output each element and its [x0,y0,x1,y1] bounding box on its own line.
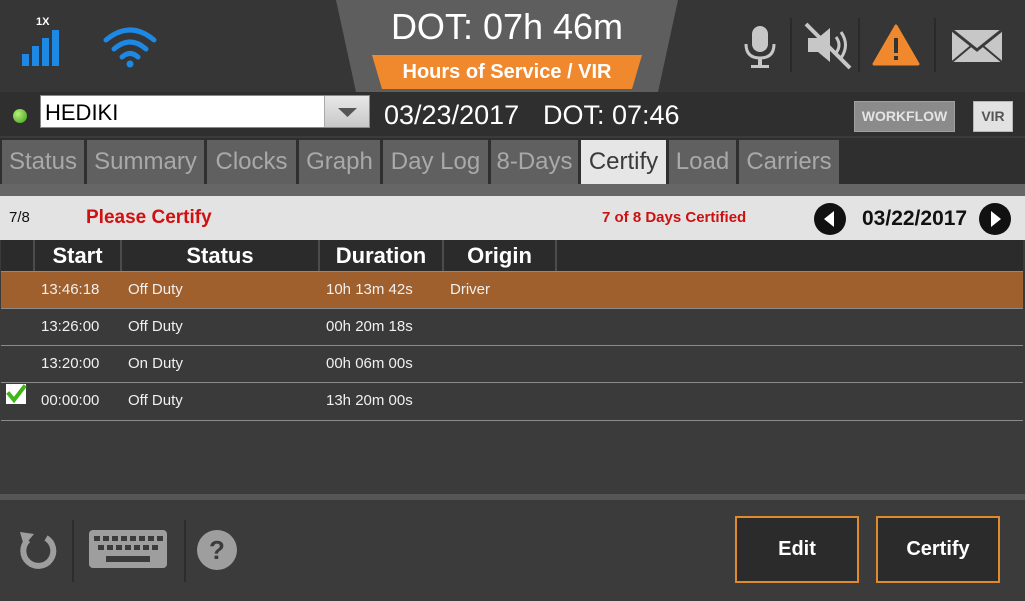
cell-status: Off Duty [128,392,183,409]
tab-summary[interactable]: Summary [87,140,204,184]
cell-start: 13:20:00 [41,355,100,372]
signal-icon: 1X [22,16,70,68]
cell-status: Off Duty [128,281,183,298]
certify-info-bar: 7/8 Please Certify 7 of 8 Days Certified… [0,196,1025,240]
tab-load[interactable]: Load [669,140,736,184]
cell-duration: 00h 06m 00s [326,355,413,372]
certify-prompt: Please Certify [86,207,212,228]
table-row[interactable]: 13:46:18 Off Duty 10h 13m 42s Driver [1,271,1023,308]
driver-select-value: HEDIKI [45,100,119,125]
cell-status: On Duty [128,355,184,372]
column-header-duration[interactable]: Duration [320,240,444,271]
previous-day-icon[interactable] [813,202,847,236]
dot-clock: DOT: 07:46 [543,100,680,130]
speaker-muted-icon[interactable] [798,18,858,72]
dot-time-title: DOT: 07h 46m [390,6,624,47]
tab-underline [0,184,1025,196]
hos-vir-title: Hours of Service / VIR [402,61,612,83]
cell-status: Off Duty [128,318,183,335]
log-date: 03/23/2017 [384,100,520,130]
svg-text:?: ? [209,535,225,565]
current-log-date: 03/22/2017 [862,207,968,230]
edit-button[interactable]: Edit [735,516,859,583]
keyboard-icon[interactable] [88,528,168,572]
tab-day-log[interactable]: Day Log [383,140,488,184]
chevron-down-icon[interactable] [324,96,369,127]
tab-8-days[interactable]: 8-Days [491,140,578,184]
refresh-icon[interactable] [16,528,58,572]
tab-bar: Status Summary Clocks Graph Day Log 8-Da… [0,138,1025,184]
wifi-icon [103,27,157,68]
workflow-button[interactable]: WORKFLOW [854,101,955,132]
days-certified-status: 7 of 8 Days Certified [602,209,747,226]
next-day-icon[interactable] [978,202,1012,236]
cell-start: 13:26:00 [41,318,100,335]
column-header-start[interactable]: Start [35,240,122,271]
cell-start: 00:00:00 [41,392,100,409]
table-row[interactable]: 13:26:00 Off Duty 00h 20m 18s [1,308,1023,345]
table-bottom-border [1,420,1023,421]
help-icon[interactable]: ? [196,529,238,571]
column-header-check [1,240,35,271]
cell-origin: Driver [450,281,490,298]
app-root: 1X DOT: 07h 46m Hours of Service / VIR H… [0,0,1025,601]
microphone-icon[interactable] [730,18,790,72]
tab-clocks[interactable]: Clocks [207,140,296,184]
column-header-status[interactable]: Status [122,240,320,271]
tab-graph[interactable]: Graph [299,140,380,184]
cell-duration: 10h 13m 42s [326,281,413,298]
cell-start: 13:46:18 [41,281,100,298]
mail-icon[interactable] [944,18,1004,72]
vir-button[interactable]: VIR [973,101,1013,132]
table-header: Start Status Duration Origin [1,240,1023,271]
cell-duration: 13h 20m 00s [326,392,413,409]
header-divider [858,18,860,72]
table-row[interactable]: 13:20:00 On Duty 00h 06m 00s [1,345,1023,382]
checkmark-icon [6,384,27,404]
cell-duration: 00h 20m 18s [326,318,413,335]
tab-status[interactable]: Status [2,140,84,184]
header-divider [934,18,936,72]
signal-label: 1X [36,16,50,28]
tab-carriers[interactable]: Carriers [739,140,839,184]
column-header-origin[interactable]: Origin [444,240,557,271]
driver-row: HEDIKI 03/23/2017 DOT: 07:46 WORKFLOW VI… [0,92,1025,136]
driver-select[interactable]: HEDIKI [40,95,370,128]
day-page-count: 7/8 [9,209,30,226]
top-bar: 1X DOT: 07h 46m Hours of Service / VIR [0,0,1025,92]
header-divider [790,18,792,72]
tab-certify[interactable]: Certify [581,140,666,184]
footer-divider [72,520,74,582]
dot-panel: DOT: 07h 46m Hours of Service / VIR [336,0,678,92]
footer-divider [184,520,186,582]
footer-bar: ? Edit Certify [0,500,1025,601]
warning-icon[interactable] [866,18,926,72]
connection-status-indicator [13,109,27,123]
events-table: Start Status Duration Origin 13:46:18 Of… [1,240,1023,422]
table-row[interactable]: 00:00:00 Off Duty 13h 20m 00s [1,382,1023,419]
certify-button[interactable]: Certify [876,516,1000,583]
